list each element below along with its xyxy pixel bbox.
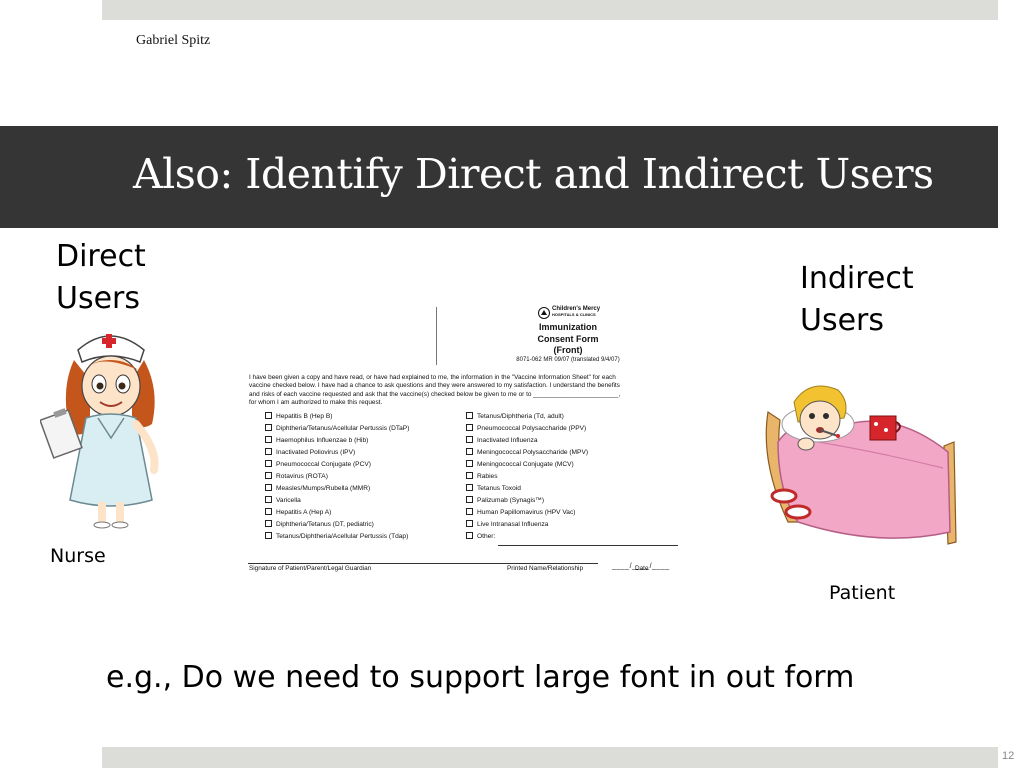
nurse-icon (40, 320, 180, 530)
form-title-line3: (Front) (553, 345, 583, 355)
vaccine-checkbox: Haemophilus Influenzae b (Hib) (265, 435, 409, 447)
vaccine-list-right: Tetanus/Diphtheria (Td, adult) Pneumococ… (466, 411, 588, 543)
vaccine-checkbox: Hepatitis A (Hep A) (265, 507, 409, 519)
vaccine-checkbox: Pneumococcal Polysaccharide (PPV) (466, 423, 588, 435)
hospital-subtitle: HOSPITALS & CLINICS (552, 312, 596, 317)
hospital-logo-icon (538, 307, 550, 319)
vaccine-checkbox: Human Papillomavirus (HPV Vac) (466, 507, 588, 519)
vaccine-checkbox: Varicella (265, 495, 409, 507)
vaccine-checkbox: Diphtheria/Tetanus (DT, pediatric) (265, 519, 409, 531)
other-vaccine-line (498, 545, 678, 546)
date-label: Date (635, 565, 649, 572)
vaccine-checkbox-other: Other: (466, 531, 588, 543)
form-title-line1: Immunization (539, 322, 597, 332)
printed-name-label: Printed Name/Relationship (507, 565, 584, 572)
vaccine-checkbox: Meningococcal Conjugate (MCV) (466, 459, 588, 471)
patient-caption: Patient (829, 582, 896, 604)
vaccine-checkbox: Measles/Mumps/Rubella (MMR) (265, 483, 409, 495)
consent-statement: I have been given a copy and have read, … (249, 374, 621, 406)
vaccine-checkbox: Rotavirus (ROTA) (265, 471, 409, 483)
form-title-line2: Consent Form (537, 334, 599, 344)
vaccine-checkbox: Diphtheria/Tetanus/Acellular Pertussis (… (265, 423, 409, 435)
signature-line (248, 563, 598, 564)
nurse-caption: Nurse (50, 545, 106, 567)
slide-title: Also: Identify Direct and Indirect Users (133, 150, 934, 198)
header-divider (436, 307, 437, 365)
top-accent-bar (102, 0, 998, 20)
author-name: Gabriel Spitz (136, 33, 211, 48)
example-note: e.g., Do we need to support large font i… (106, 660, 855, 695)
indirect-users-label: Indirect Users (800, 261, 914, 338)
vaccine-checkbox: Inactivated Poliovirus (IPV) (265, 447, 409, 459)
vaccine-checkbox: Rabies (466, 471, 588, 483)
sick-patient-icon (758, 372, 958, 552)
vaccine-checkbox: Hepatitis B (Hep B) (265, 411, 409, 423)
form-code: 8071-062 MR 09/07 (translated 9/4/07) (516, 357, 620, 363)
vaccine-checkbox: Tetanus/Diphtheria/Acellular Pertussis (… (265, 531, 409, 543)
vaccine-list-left: Hepatitis B (Hep B) Diphtheria/Tetanus/A… (265, 411, 409, 543)
vaccine-checkbox: Tetanus Toxoid (466, 483, 588, 495)
vaccine-checkbox: Palizumab (Synagis™) (466, 495, 588, 507)
vaccine-checkbox: Pneumococcal Conjugate (PCV) (265, 459, 409, 471)
bottom-accent-bar (102, 747, 998, 768)
vaccine-checkbox: Tetanus/Diphtheria (Td, adult) (466, 411, 588, 423)
vaccine-checkbox: Meningococcal Polysaccharide (MPV) (466, 447, 588, 459)
vaccine-checkbox: Inactivated Influenza (466, 435, 588, 447)
signature-label: Signature of Patient/Parent/Legal Guardi… (249, 565, 372, 572)
immunization-consent-form: Children's Mercy HOSPITALS & CLINICS Imm… (244, 300, 712, 582)
direct-users-label: Direct Users (56, 239, 146, 316)
page-number: 12 (1002, 750, 1015, 762)
vaccine-checkbox: Live Intranasal Influenza (466, 519, 588, 531)
